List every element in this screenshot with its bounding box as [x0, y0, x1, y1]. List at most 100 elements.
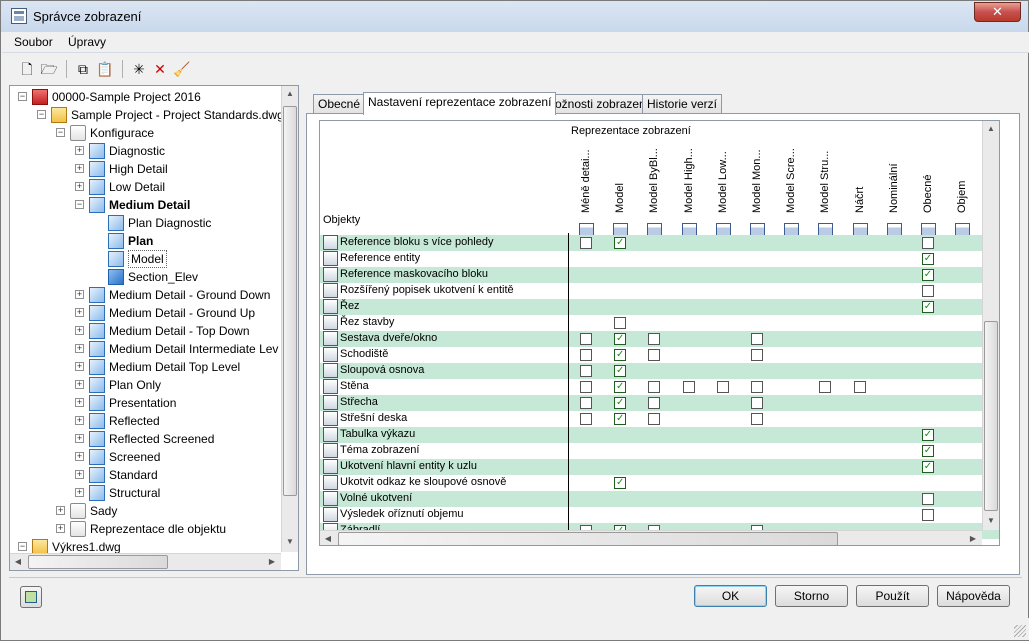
tree-horizontal-scrollbar[interactable]: ◀ ▶ [10, 553, 281, 570]
tree-item[interactable]: − Medium Detail [10, 196, 280, 214]
scroll-left-arrow[interactable]: ◀ [10, 554, 26, 570]
scroll-up-arrow[interactable]: ▲ [983, 121, 999, 137]
tab-obecne[interactable]: Obecné [313, 94, 366, 114]
grid-row[interactable]: Řez ✓ [320, 299, 999, 315]
representation-checkbox[interactable] [751, 397, 763, 409]
tree-item[interactable]: + Medium Detail Intermediate Lev [10, 340, 280, 358]
grid-row[interactable]: Schodiště ✓ [320, 347, 999, 363]
collapse-icon[interactable]: − [75, 200, 84, 209]
grid-row[interactable]: Střecha ✓ [320, 395, 999, 411]
representation-checkbox[interactable] [580, 333, 592, 345]
grid-row[interactable]: Reference bloku s více pohledy ✓ [320, 235, 999, 251]
close-button[interactable]: ✕ [974, 2, 1021, 22]
new-icon[interactable]: 🗋 [18, 60, 36, 78]
tab-historie-verzi[interactable]: Historie verzí [642, 94, 723, 114]
resize-grip-icon[interactable] [1014, 625, 1026, 637]
collapse-icon[interactable]: − [56, 128, 65, 137]
representation-checkbox[interactable] [922, 493, 934, 505]
menu-upravy[interactable]: Úpravy [68, 35, 106, 49]
delete-icon[interactable]: ✕ [151, 60, 169, 78]
tree-item[interactable]: + Plan Only [10, 376, 280, 394]
grid-row[interactable]: Tabulka výkazu ✓ [320, 427, 999, 443]
expand-icon[interactable]: + [75, 308, 84, 317]
expand-icon[interactable]: + [75, 416, 84, 425]
expand-icon[interactable]: + [56, 524, 65, 533]
representation-checkbox[interactable] [580, 397, 592, 409]
representation-checkbox[interactable]: ✓ [922, 461, 934, 473]
title-bar[interactable]: Správce zobrazení ✕ [1, 1, 1028, 32]
representation-checkbox[interactable] [580, 349, 592, 361]
tree-item[interactable]: + Standard [10, 466, 280, 484]
tree-item[interactable]: Section_Elev [10, 268, 280, 286]
scroll-thumb[interactable] [338, 532, 838, 545]
scroll-right-arrow[interactable]: ▶ [264, 554, 280, 570]
representation-checkbox[interactable] [751, 349, 763, 361]
new-representation-icon[interactable]: ✳ [130, 60, 148, 78]
expand-icon[interactable]: + [75, 470, 84, 479]
scroll-right-arrow[interactable]: ▶ [965, 531, 981, 545]
scroll-down-arrow[interactable]: ▼ [282, 534, 298, 550]
tree-item[interactable]: − 00000-Sample Project 2016 [10, 88, 280, 106]
representation-checkbox[interactable] [580, 237, 592, 249]
tree-item[interactable]: + Structural [10, 484, 280, 502]
grid-row[interactable]: Rozšířený popisek ukotvení k entitě [320, 283, 999, 299]
scroll-thumb[interactable] [984, 321, 998, 511]
ok-button[interactable]: OK [694, 585, 767, 607]
grid-horizontal-scrollbar[interactable]: ◀ ▶ [320, 530, 982, 545]
grid-row[interactable]: Střešní deska ✓ [320, 411, 999, 427]
tree-item[interactable]: + Medium Detail - Top Down [10, 322, 280, 340]
scroll-down-arrow[interactable]: ▼ [983, 513, 999, 529]
grid-row[interactable]: Řez stavby [320, 315, 999, 331]
tree-item[interactable]: + Medium Detail Top Level [10, 358, 280, 376]
grid-row[interactable]: Výsledek oříznutí objemu [320, 507, 999, 523]
representation-checkbox[interactable] [922, 237, 934, 249]
tree-item[interactable]: + Low Detail [10, 178, 280, 196]
expand-icon[interactable]: + [56, 506, 65, 515]
expand-icon[interactable]: + [75, 362, 84, 371]
tree-item[interactable]: Plan [10, 232, 280, 250]
tree-vertical-scrollbar[interactable]: ▲ ▼ [281, 86, 298, 552]
grid-row[interactable]: Ukotvení hlavní entity k uzlu ✓ [320, 459, 999, 475]
scroll-up-arrow[interactable]: ▲ [282, 86, 298, 102]
grid-row[interactable]: Sloupová osnova ✓ [320, 363, 999, 379]
expand-icon[interactable]: + [75, 398, 84, 407]
help-button[interactable]: Nápověda [937, 585, 1010, 607]
tree-item[interactable]: + Diagnostic [10, 142, 280, 160]
expand-icon[interactable]: + [75, 326, 84, 335]
tree-item[interactable]: + Presentation [10, 394, 280, 412]
representation-checkbox[interactable] [751, 333, 763, 345]
representation-checkbox[interactable]: ✓ [614, 477, 627, 489]
tree-item[interactable]: + Reflected Screened [10, 430, 280, 448]
tree-item[interactable]: + Sady [10, 502, 280, 520]
grid-row[interactable]: Reference entity ✓ [320, 251, 999, 267]
representation-checkbox[interactable] [751, 413, 763, 425]
tree-item[interactable]: − Sample Project - Project Standards.dwg [10, 106, 284, 124]
representation-checkbox[interactable] [853, 381, 866, 393]
expand-icon[interactable]: + [75, 164, 84, 173]
representation-checkbox[interactable] [716, 381, 729, 393]
representation-checkbox[interactable]: ✓ [922, 429, 934, 441]
paste-icon[interactable]: 📋 [96, 60, 114, 78]
grid-row[interactable]: Stěna ✓ [320, 379, 999, 395]
representation-checkbox[interactable] [580, 381, 592, 393]
representation-checkbox[interactable] [648, 333, 661, 345]
representation-checkbox[interactable]: ✓ [922, 253, 934, 265]
configuration-tree[interactable]: −00000-Sample Project 2016− Sample Projec… [9, 85, 299, 571]
representation-checkbox[interactable]: ✓ [614, 381, 627, 393]
representation-checkbox[interactable] [819, 381, 832, 393]
representation-checkbox[interactable] [922, 509, 934, 521]
representation-checkbox[interactable]: ✓ [614, 349, 627, 361]
grid-row[interactable]: Téma zobrazení ✓ [320, 443, 999, 459]
tree-item[interactable]: + High Detail [10, 160, 280, 178]
expand-icon[interactable]: + [75, 182, 84, 191]
expand-icon[interactable]: + [75, 146, 84, 155]
grid-row[interactable]: Ukotvit odkaz ke sloupové osnově ✓ [320, 475, 999, 491]
grid-row[interactable]: Volné ukotvení [320, 491, 999, 507]
tree-item[interactable]: Plan Diagnostic [10, 214, 280, 232]
collapse-icon[interactable]: − [18, 92, 27, 101]
representation-checkbox[interactable] [648, 397, 661, 409]
apply-button[interactable]: Použít [856, 585, 929, 607]
representation-checkbox[interactable] [648, 349, 661, 361]
purge-icon[interactable]: 🧹 [173, 60, 191, 78]
representation-checkbox[interactable] [682, 381, 695, 393]
